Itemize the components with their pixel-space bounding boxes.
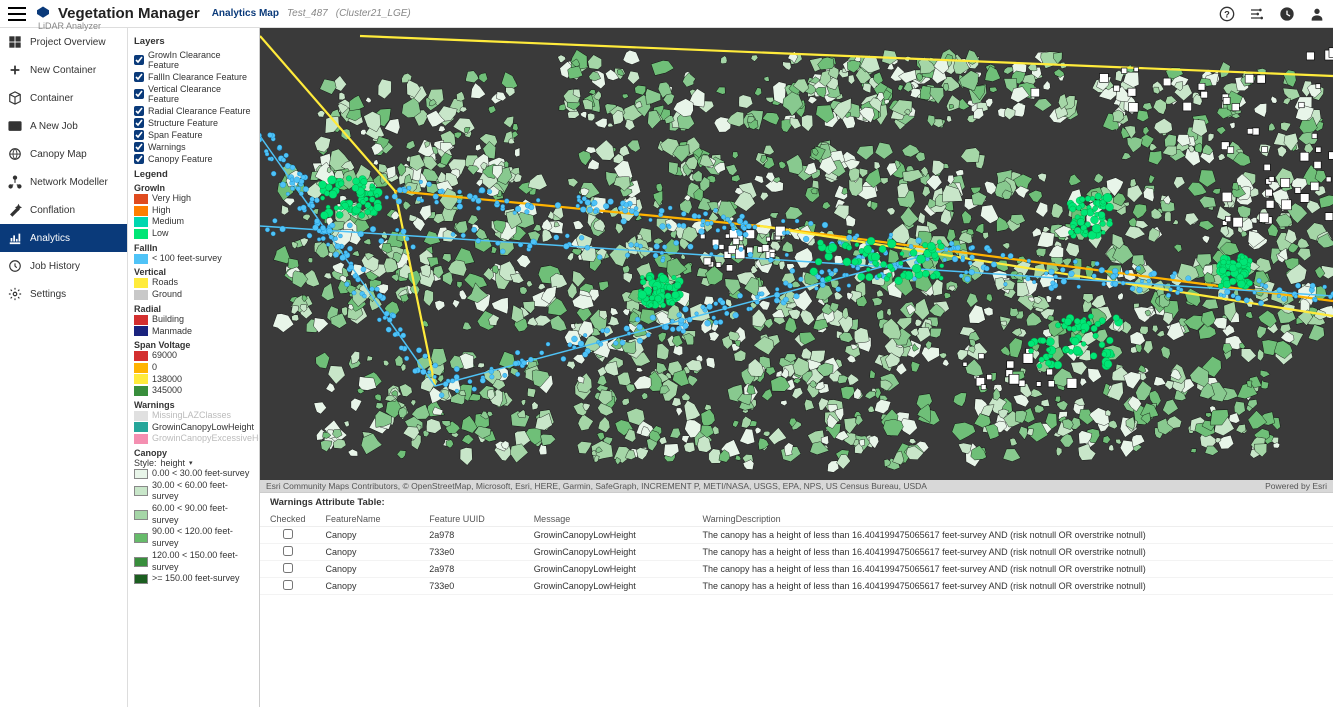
breadcrumb-page[interactable]: Analytics Map — [212, 8, 279, 19]
layer-checkbox[interactable] — [134, 130, 144, 140]
analytics-map[interactable]: Esri Community Maps Contributors, © Open… — [260, 28, 1333, 492]
nav-project-overview[interactable]: Project Overview — [0, 28, 127, 56]
table-row[interactable]: Canopy733e0GrowinCanopyLowHeightThe cano… — [260, 578, 1333, 595]
row-checkbox[interactable] — [283, 529, 293, 539]
layer-toggle[interactable]: Structure Feature — [134, 117, 253, 129]
nav-canopy-map[interactable]: Canopy Map — [0, 140, 127, 168]
nav-analytics[interactable]: Analytics — [0, 224, 127, 252]
legend-entry: GrowinCanopyExcessiveHeight — [134, 433, 253, 445]
breadcrumb-test[interactable]: Test_487 — [287, 8, 328, 19]
menu-toggle-icon[interactable] — [8, 7, 26, 21]
legend-group-title: Warnings — [134, 400, 253, 410]
breadcrumb: Analytics Map Test_487 (Cluster21_LGE) — [212, 8, 411, 19]
account-icon[interactable] — [1309, 6, 1325, 22]
legend-entry: 90.00 < 120.00 feet-survey — [134, 526, 253, 549]
table-header[interactable]: WarningDescription — [692, 512, 1333, 527]
legend-group-title: FallIn — [134, 243, 253, 253]
legend-entry: < 100 feet-survey — [134, 253, 253, 265]
warnings-table[interactable]: CheckedFeatureNameFeature UUIDMessageWar… — [260, 512, 1333, 595]
tune-icon[interactable] — [1249, 6, 1265, 22]
table-header[interactable]: Feature UUID — [419, 512, 523, 527]
legend-entry: GrowinCanopyLowHeight — [134, 422, 253, 434]
layer-checkbox[interactable] — [134, 106, 144, 116]
layer-checkbox[interactable] — [134, 142, 144, 152]
legend-entry: High — [134, 205, 253, 217]
warnings-table-title: Warnings Attribute Table: — [260, 493, 1333, 512]
legend-group-title: Span Voltage — [134, 340, 253, 350]
layers-heading: Layers — [134, 36, 253, 47]
legend-entry: 138000 — [134, 374, 253, 386]
legend-group-title: GrowIn — [134, 183, 253, 193]
side-nav: Project OverviewNew ContainerContainerNE… — [0, 28, 128, 707]
svg-text:?: ? — [1224, 9, 1230, 19]
legend-entry: 0 — [134, 362, 253, 374]
legend-entry: Roads — [134, 277, 253, 289]
legend-entry: 60.00 < 90.00 feet-survey — [134, 503, 253, 526]
table-header[interactable]: Checked — [260, 512, 316, 527]
layer-checkbox[interactable] — [134, 72, 144, 82]
legend-group-title: Vertical — [134, 267, 253, 277]
help-icon[interactable]: ? — [1219, 6, 1235, 22]
legend-entry: 120.00 < 150.00 feet-survey — [134, 550, 253, 573]
row-checkbox[interactable] — [283, 546, 293, 556]
nav-container[interactable]: Container — [0, 84, 127, 112]
legend-entry: 345000 — [134, 385, 253, 397]
layer-toggle[interactable]: Canopy Feature — [134, 153, 253, 165]
table-row[interactable]: Canopy733e0GrowinCanopyLowHeightThe cano… — [260, 544, 1333, 561]
legend-entry: >= 150.00 feet-survey — [134, 573, 253, 585]
history-icon[interactable] — [1279, 6, 1295, 22]
legend-heading: Legend — [134, 169, 253, 180]
app-header: Vegetation Manager Analytics Map Test_48… — [0, 0, 1333, 28]
app-subtitle: LiDAR Analyzer — [38, 21, 101, 31]
layer-checkbox[interactable] — [134, 118, 144, 128]
canopy-style-selector[interactable]: Style:height▾ — [134, 458, 253, 468]
app-title: Vegetation Manager — [58, 5, 200, 22]
legend-entry: 69000 — [134, 350, 253, 362]
table-header[interactable]: Message — [524, 512, 693, 527]
legend-entry: Low — [134, 228, 253, 240]
legend-entry: Ground — [134, 289, 253, 301]
row-checkbox[interactable] — [283, 563, 293, 573]
layer-toggle[interactable]: FallIn Clearance Feature — [134, 71, 253, 83]
nav-conflation[interactable]: Conflation — [0, 196, 127, 224]
legend-entry: 30.00 < 60.00 feet-survey — [134, 480, 253, 503]
layer-checkbox[interactable] — [134, 55, 144, 65]
legend-entry: MissingLAZClasses — [134, 410, 253, 422]
legend-entry: 0.00 < 30.00 feet-survey — [134, 468, 253, 480]
map-attribution: Esri Community Maps Contributors, © Open… — [260, 480, 1333, 492]
legend-entry: Manmade — [134, 326, 253, 338]
layer-checkbox[interactable] — [134, 89, 144, 99]
layer-toggle[interactable]: Radial Clearance Feature — [134, 105, 253, 117]
layer-toggle[interactable]: Warnings — [134, 141, 253, 153]
legend-entry: Very High — [134, 193, 253, 205]
table-row[interactable]: Canopy2a978GrowinCanopyLowHeightThe cano… — [260, 527, 1333, 544]
table-header[interactable]: FeatureName — [316, 512, 420, 527]
table-row[interactable]: Canopy2a978GrowinCanopyLowHeightThe cano… — [260, 561, 1333, 578]
legend-group-title: Radial — [134, 304, 253, 314]
layers-panel: Layers GrowIn Clearance FeatureFallIn Cl… — [128, 28, 260, 707]
breadcrumb-cluster[interactable]: (Cluster21_LGE) — [336, 8, 411, 19]
svg-text:NEW: NEW — [9, 125, 21, 131]
app-logo-icon — [34, 5, 52, 23]
nav-a-new-job[interactable]: NEWA New Job — [0, 112, 127, 140]
nav-settings[interactable]: Settings — [0, 280, 127, 308]
legend-group-title: Canopy — [134, 448, 253, 458]
legend-entry: Medium — [134, 216, 253, 228]
nav-new-container[interactable]: New Container — [0, 56, 127, 84]
layer-toggle[interactable]: Vertical Clearance Feature — [134, 83, 253, 105]
nav-network-modeller[interactable]: Network Modeller — [0, 168, 127, 196]
legend-entry: Building — [134, 314, 253, 326]
map-canvas[interactable] — [260, 28, 1333, 492]
row-checkbox[interactable] — [283, 580, 293, 590]
layer-checkbox[interactable] — [134, 154, 144, 164]
nav-job-history[interactable]: Job History — [0, 252, 127, 280]
layer-toggle[interactable]: Span Feature — [134, 129, 253, 141]
warnings-table-panel: Warnings Attribute Table: CheckedFeature… — [260, 492, 1333, 707]
layer-toggle[interactable]: GrowIn Clearance Feature — [134, 49, 253, 71]
